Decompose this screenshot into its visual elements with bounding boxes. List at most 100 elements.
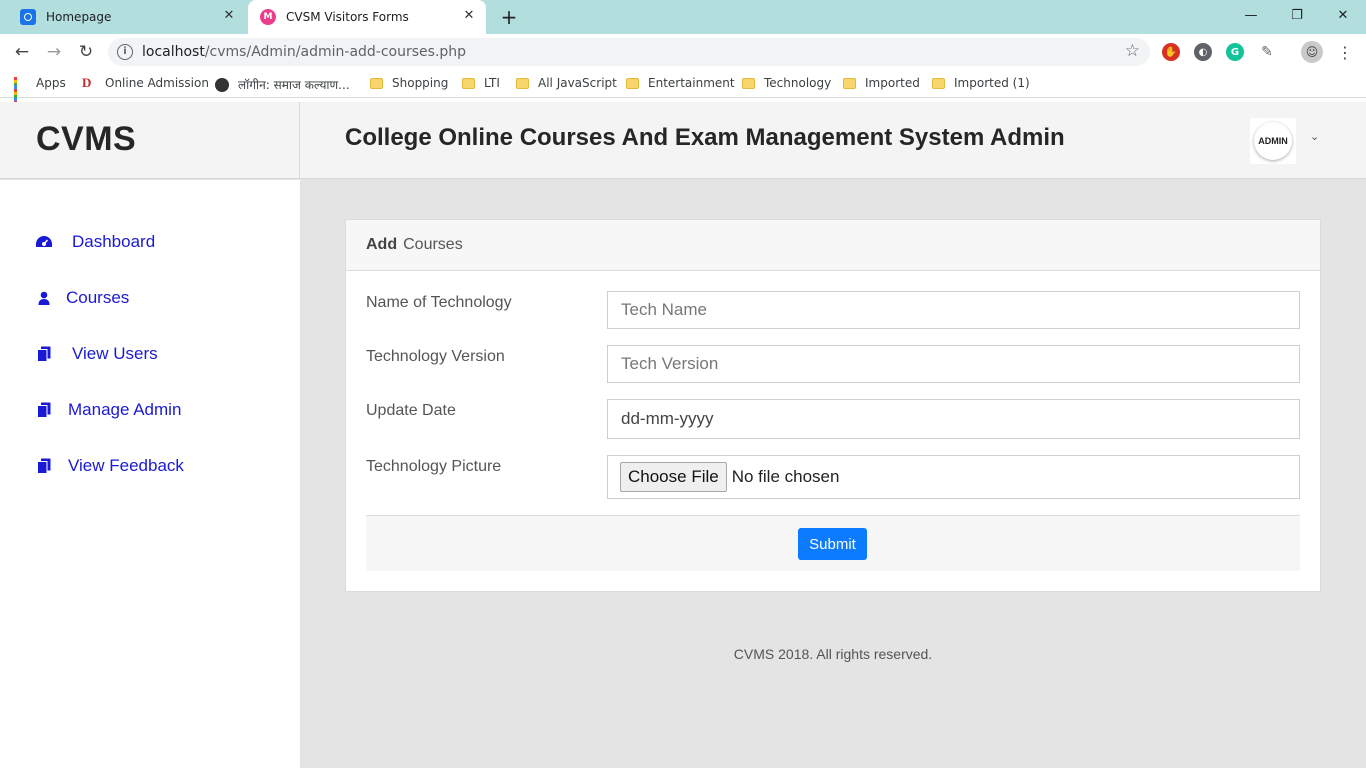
folder-icon — [843, 77, 856, 89]
bookmark-imported[interactable]: Imported — [843, 76, 920, 90]
url-path: /cvms/Admin/admin-add-courses.php — [204, 44, 467, 60]
page-title: College Online Courses And Exam Manageme… — [345, 124, 1065, 151]
bookmark-apps[interactable]: Apps — [14, 76, 66, 104]
bookmark-label: Online Admission — [105, 76, 209, 90]
eyedropper-extension-icon[interactable]: ✎ — [1258, 43, 1276, 61]
d-logo-icon: D — [82, 75, 92, 90]
brand-logo[interactable]: CVMS — [36, 120, 136, 159]
bookmark-all-javascript[interactable]: All JavaScript — [516, 76, 617, 90]
url-host: localhost — [142, 44, 205, 60]
copy-icon — [34, 401, 54, 419]
bookmark-shopping[interactable]: Shopping — [370, 76, 448, 90]
info-icon[interactable]: i — [117, 44, 133, 60]
tab-homepage[interactable]: Homepage ✕ — [8, 0, 246, 34]
search-favicon-icon — [20, 9, 36, 25]
sidebar-item-label: Courses — [66, 288, 130, 307]
card-title-rest: Courses — [403, 236, 463, 253]
update-date-input[interactable]: dd-mm-yyyy — [607, 399, 1300, 439]
sidebar-item-courses[interactable]: Courses — [34, 288, 129, 308]
tech-picture-file-input[interactable]: Choose File No file chosen — [607, 455, 1300, 499]
close-icon[interactable]: ✕ — [222, 9, 236, 23]
brand-box: CVMS — [0, 102, 300, 179]
sidebar-item-label: Dashboard — [72, 232, 156, 251]
admin-avatar-badge: ADMIN — [1254, 122, 1292, 160]
bookmark-label: Technology — [764, 76, 832, 90]
tech-name-label: Name of Technology — [366, 294, 512, 311]
address-bar[interactable]: i localhost/cvms/Admin/admin-add-courses… — [108, 38, 1150, 66]
folder-icon — [626, 77, 639, 89]
sidebar-item-label: View Feedback — [68, 456, 184, 475]
bookmark-imported-1[interactable]: Imported (1) — [932, 76, 1030, 90]
sidebar-item-label: Manage Admin — [68, 400, 182, 419]
tech-picture-label: Technology Picture — [366, 458, 502, 475]
bookmark-label: Apps — [36, 76, 66, 90]
choose-file-button[interactable]: Choose File — [620, 462, 727, 492]
sidebar-item-dashboard[interactable]: Dashboard — [34, 232, 155, 252]
reload-button[interactable]: ↻ — [73, 39, 99, 65]
dark-mode-extension-icon[interactable]: ◐ — [1194, 43, 1212, 61]
sidebar-item-view-feedback[interactable]: View Feedback — [34, 456, 184, 476]
bookmarks-bar: Apps D Online Admission लॉगीन: समाज कल्य… — [0, 70, 1366, 104]
sidebar-item-view-users[interactable]: View Users — [34, 344, 158, 364]
apps-grid-icon — [14, 76, 27, 104]
close-icon[interactable]: ✕ — [462, 9, 476, 23]
cvsm-favicon-icon: M — [260, 9, 276, 25]
submit-button[interactable]: Submit — [798, 528, 867, 560]
window-close-button[interactable]: ✕ — [1320, 0, 1366, 30]
profile-avatar-icon[interactable]: ☺ — [1301, 41, 1323, 63]
update-date-label: Update Date — [366, 402, 456, 419]
user-icon — [34, 289, 54, 307]
tech-name-input[interactable]: Tech Name — [607, 291, 1300, 329]
card-header: Add Courses — [346, 220, 1320, 271]
bookmark-label: LTI — [484, 76, 500, 90]
folder-icon — [370, 77, 383, 89]
footer-copyright: CVMS 2018. All rights reserved. — [733, 646, 933, 662]
card-title: Add Courses — [366, 236, 463, 254]
tab-cvsm-visitors-forms[interactable]: M CVSM Visitors Forms ✕ — [248, 0, 486, 34]
bookmark-label: Imported — [865, 76, 920, 90]
tech-version-label: Technology Version — [366, 348, 505, 365]
bookmark-online-admission[interactable]: D Online Admission — [82, 75, 209, 91]
bookmark-label: All JavaScript — [538, 76, 617, 90]
restore-button[interactable]: ❐ — [1274, 0, 1320, 30]
url-text: localhost/cvms/Admin/admin-add-courses.p… — [142, 44, 466, 60]
card-title-bold: Add — [366, 236, 398, 253]
bookmark-entertainment[interactable]: Entertainment — [626, 76, 735, 90]
tech-version-input[interactable]: Tech Version — [607, 345, 1300, 383]
file-status-text: No file chosen — [731, 467, 840, 486]
new-tab-button[interactable]: + — [498, 6, 520, 28]
tab-strip: Homepage ✕ M CVSM Visitors Forms ✕ + — ❐… — [0, 0, 1366, 34]
chevron-down-icon[interactable]: ⌄ — [1310, 130, 1319, 143]
bookmark-label: लॉगीन: समाज कल्याण... — [238, 78, 350, 92]
folder-icon — [462, 77, 475, 89]
minimize-button[interactable]: — — [1228, 0, 1274, 30]
page-content: CVMS College Online Courses And Exam Man… — [0, 102, 1366, 768]
tab-title: Homepage — [46, 10, 112, 24]
copy-icon — [34, 457, 54, 475]
header-bar: College Online Courses And Exam Manageme… — [300, 102, 1366, 179]
bookmark-lti[interactable]: LTI — [462, 76, 500, 90]
bookmark-label: Imported (1) — [954, 76, 1030, 90]
bookmark-technology[interactable]: Technology — [742, 76, 831, 90]
browser-toolbar: ← → ↻ i localhost/cvms/Admin/admin-add-c… — [0, 34, 1366, 70]
grammarly-extension-icon[interactable]: G — [1226, 43, 1244, 61]
tab-title: CVSM Visitors Forms — [286, 10, 409, 24]
chrome-menu-icon[interactable]: ⋮ — [1332, 39, 1358, 65]
folder-icon — [932, 77, 945, 89]
folder-icon — [742, 77, 755, 89]
globe-icon — [215, 77, 229, 92]
bookmark-samaj-kalyan[interactable]: लॉगीन: समाज कल्याण... — [215, 76, 350, 93]
form-actions: Submit — [366, 515, 1300, 571]
bookmark-star-icon[interactable]: ☆ — [1125, 41, 1140, 61]
adblock-extension-icon[interactable]: ✋ — [1162, 43, 1180, 61]
back-button[interactable]: ← — [9, 39, 35, 65]
sidebar-item-manage-admin[interactable]: Manage Admin — [34, 400, 181, 420]
copy-icon — [34, 345, 54, 363]
admin-avatar[interactable]: ADMIN — [1250, 118, 1296, 164]
add-courses-card: Add Courses Name of Technology Tech Name … — [345, 219, 1321, 592]
forward-button[interactable]: → — [41, 39, 67, 65]
dashboard-icon — [34, 233, 54, 251]
sidebar: Dashboard Courses View Users Manage Admi… — [0, 180, 300, 768]
bookmark-label: Entertainment — [648, 76, 735, 90]
sidebar-item-label: View Users — [72, 344, 158, 363]
